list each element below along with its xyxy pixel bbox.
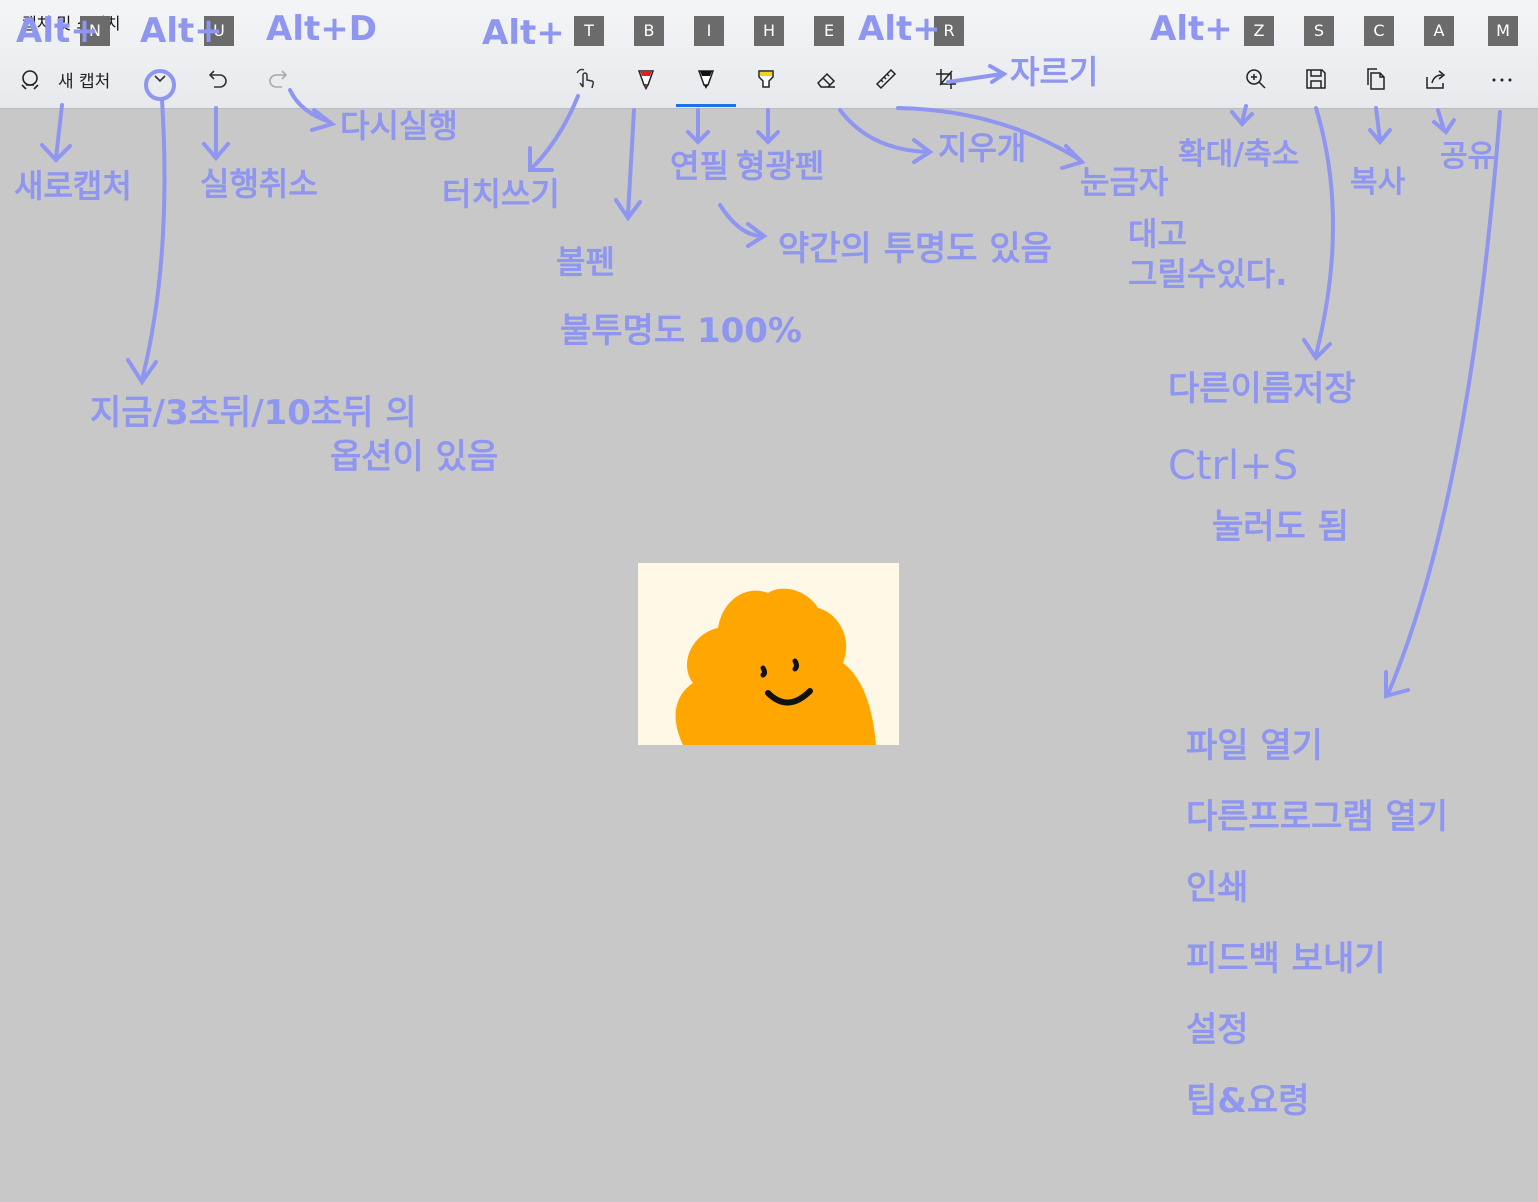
captured-image[interactable] (638, 563, 899, 745)
annot-share: 공유 (1440, 139, 1496, 174)
share-button[interactable] (1414, 60, 1458, 98)
undo-button[interactable] (196, 60, 240, 98)
annot-crop: 자르기 (1010, 53, 1099, 91)
keytip-h: H (754, 16, 784, 46)
annot-alt-zscam: Alt+ (1150, 9, 1233, 49)
annot-more-item: 설정 (1186, 1010, 1249, 1050)
new-capture-icon (21, 70, 39, 90)
new-capture-label: 새 캡처 (58, 71, 111, 92)
touch-writing-button[interactable] (564, 60, 608, 98)
keytip-m: M (1488, 16, 1518, 46)
keytip-a: A (1424, 16, 1454, 46)
new-capture-button[interactable]: 새 캡처 (16, 60, 110, 98)
annot-eraser: 지우개 (938, 129, 1027, 167)
keytip-e: E (814, 16, 844, 46)
annot-more-item: 인쇄 (1186, 868, 1249, 908)
annot-ruler: 눈금자 (1080, 163, 1169, 201)
annot-alt-n: Alt+ (16, 11, 99, 51)
active-tool-indicator (676, 104, 736, 107)
annot-more-item: 피드백 보내기 (1186, 939, 1386, 979)
app-header: 캡처 및 스케치 N U T B I H E R Z S C A M 새 캡처 (0, 0, 1538, 109)
annot-delay-options: 옵션이 있음 (330, 437, 499, 477)
keytip-z: Z (1244, 16, 1274, 46)
touch-writing-icon (576, 68, 595, 89)
annot-more-item: 파일 열기 (1186, 726, 1323, 766)
annot-ruler-desc1: 대고 (1128, 215, 1187, 253)
annot-alt-tbihe: Alt+ (482, 13, 565, 53)
annot-copy: 복사 (1350, 165, 1406, 200)
undo-icon (208, 70, 227, 88)
keytip-i: I (694, 16, 724, 46)
ballpoint-pen-button[interactable] (624, 60, 668, 98)
ballpoint-pen-icon (637, 70, 655, 91)
copy-button[interactable] (1354, 60, 1398, 98)
keytip-t: T (574, 16, 604, 46)
save-button[interactable] (1294, 60, 1338, 98)
redo-button[interactable] (256, 60, 300, 98)
zoom-icon (1246, 69, 1266, 89)
annot-undo: 실행취소 (200, 165, 318, 203)
eraser-button[interactable] (804, 60, 848, 98)
annot-ctrl-s: Ctrl+S (1168, 443, 1299, 489)
keytip-c: C (1364, 16, 1394, 46)
cartoon-blob-image (675, 588, 876, 745)
zoom-button[interactable] (1234, 60, 1278, 98)
annot-more-item: 팁&요령 (1186, 1081, 1310, 1121)
keytip-s: S (1304, 16, 1334, 46)
share-icon (1426, 70, 1446, 89)
more-button[interactable] (1480, 60, 1524, 98)
chevron-down-icon (154, 75, 166, 83)
crop-icon (936, 69, 956, 89)
pencil-button[interactable] (684, 60, 728, 98)
pencil-icon (697, 70, 715, 89)
annot-highlighter: 형광펜 (736, 147, 825, 185)
annot-alt-d: Alt+D (266, 9, 377, 49)
annot-save-as: 다른이름저장 (1168, 369, 1356, 409)
annot-transparency: 약간의 투명도 있음 (778, 229, 1052, 269)
annot-alt-u: Alt+ (140, 11, 223, 51)
save-icon (1306, 69, 1326, 89)
annot-more-item: 다른프로그램 열기 (1186, 797, 1449, 837)
ruler-icon (875, 68, 897, 90)
highlighter-button[interactable] (744, 60, 788, 98)
crop-button[interactable] (924, 60, 968, 98)
annot-ballpoint-opacity: 불투명도 100% (560, 311, 802, 351)
highlighter-icon (758, 70, 774, 88)
annot-alt-r: Alt+ (858, 9, 941, 49)
annot-ruler-desc2: 그릴수있다. (1128, 255, 1288, 293)
annot-ctrl-s-desc: 눌러도 됨 (1212, 507, 1349, 547)
eraser-icon (817, 72, 836, 88)
ruler-button[interactable] (864, 60, 908, 98)
annot-delay: 지금/3초뒤/10초뒤 의 (90, 393, 417, 433)
annot-redo: 다시실행 (340, 107, 458, 145)
annot-ballpoint: 볼펜 (556, 243, 615, 281)
annot-pencil: 연필 (670, 147, 729, 185)
annot-new-capture: 새로캡처 (14, 167, 132, 205)
annot-touch: 터치쓰기 (442, 175, 560, 213)
capture-mode-dropdown[interactable] (138, 60, 182, 98)
annot-more-menu-items: 파일 열기 다른프로그램 열기 인쇄 피드백 보내기 설정 팁&요령 (1186, 718, 1448, 1144)
copy-icon (1367, 68, 1385, 90)
annot-zoom: 확대/축소 (1178, 137, 1300, 172)
redo-icon (269, 70, 288, 88)
more-icon (1492, 78, 1512, 82)
keytip-b: B (634, 16, 664, 46)
